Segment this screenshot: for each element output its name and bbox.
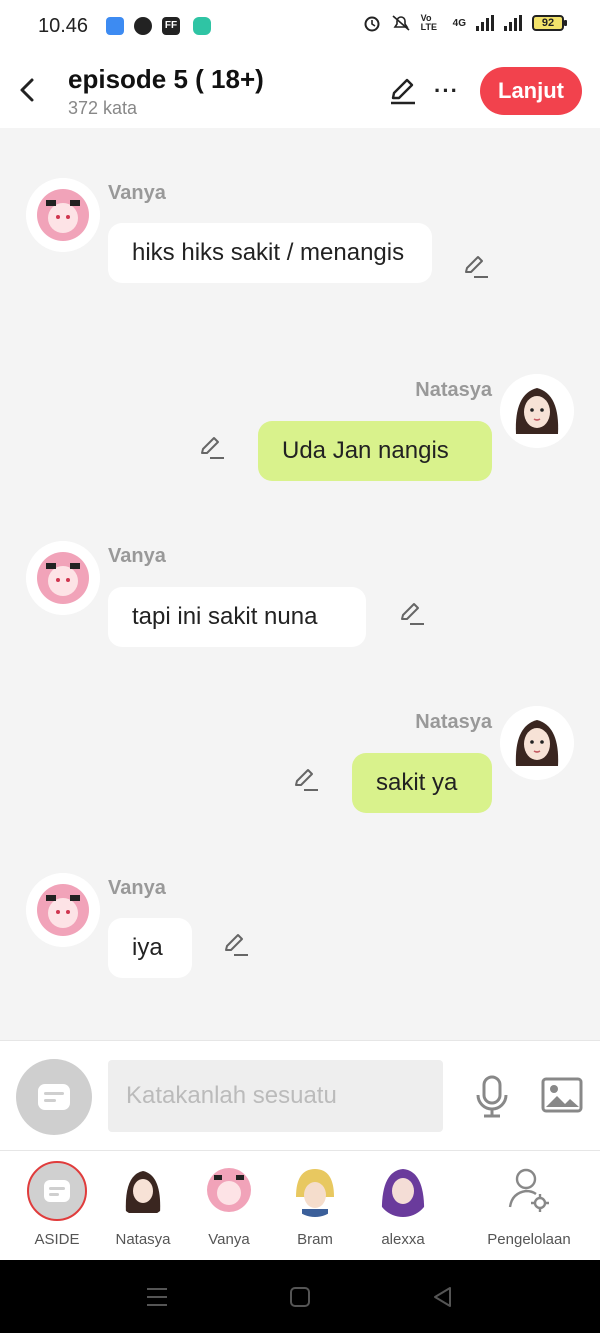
- character-avatar: [288, 1163, 342, 1217]
- aside-chat-icon: [38, 1084, 70, 1110]
- edit-message-icon[interactable]: [398, 599, 426, 627]
- message-bubble[interactable]: hiks hiks sakit / menangis: [108, 223, 432, 283]
- character-bar: ASIDE Natasya Vanya Bram alexxa Pengelol…: [0, 1150, 600, 1260]
- ff-app-icon: FF: [162, 17, 180, 35]
- character-label: Natasya: [115, 1231, 171, 1248]
- back-button[interactable]: [14, 72, 42, 108]
- volte-badge: Vo LTE: [420, 13, 437, 32]
- character-label: Pengelolaan: [487, 1231, 571, 1248]
- character-avatar: [116, 1163, 170, 1217]
- message-bubble[interactable]: tapi ini sakit nuna: [108, 587, 366, 647]
- chat-app-icon: [193, 17, 211, 35]
- character-vanya[interactable]: Vanya: [186, 1163, 272, 1248]
- character-label: alexxa: [381, 1231, 425, 1248]
- edit-message-icon[interactable]: [198, 433, 226, 461]
- status-indicators: Vo LTE 4G 92: [363, 13, 567, 32]
- status-time: 10.46: [38, 15, 89, 37]
- more-options-icon[interactable]: ···: [434, 78, 459, 104]
- avatar-vanya[interactable]: [26, 873, 100, 947]
- person-settings-icon: [502, 1163, 556, 1217]
- image-icon[interactable]: [540, 1075, 584, 1115]
- aside-toggle-button[interactable]: [16, 1059, 92, 1135]
- avatar-vanya[interactable]: [26, 541, 100, 615]
- app-notification-icon: [106, 17, 124, 35]
- avatar-natasya[interactable]: [500, 706, 574, 780]
- sender-name: Natasya: [415, 379, 492, 401]
- message-bubble[interactable]: sakit ya: [352, 753, 492, 813]
- message-bubble[interactable]: Uda Jan nangis: [258, 421, 492, 481]
- battery-icon: 92: [532, 15, 567, 31]
- character-natasya[interactable]: Natasya: [100, 1163, 186, 1248]
- app-header: episode 5 ( 18+) 372 kata ··· Lanjut: [0, 54, 600, 128]
- aside-icon: [27, 1161, 87, 1221]
- alarm-icon: [364, 16, 380, 32]
- chrome-icon: [134, 17, 152, 35]
- character-bram[interactable]: Bram: [272, 1163, 358, 1248]
- microphone-icon[interactable]: [472, 1073, 512, 1119]
- avatar-vanya[interactable]: [26, 178, 100, 252]
- composer-bar: [0, 1040, 600, 1150]
- system-nav-bar: [0, 1260, 600, 1333]
- edit-message-icon[interactable]: [222, 930, 250, 958]
- character-alexxa[interactable]: alexxa: [360, 1163, 446, 1248]
- sender-name: Natasya: [415, 711, 492, 733]
- menu-icon[interactable]: [144, 1284, 170, 1310]
- back-nav-icon[interactable]: [430, 1284, 456, 1310]
- status-bar: 10.46 FF Vo LTE 4G 92: [0, 0, 600, 54]
- word-count: 372 kata: [68, 98, 138, 118]
- character-management[interactable]: Pengelolaan: [478, 1163, 580, 1248]
- sender-name: Vanya: [108, 182, 166, 204]
- character-label: Vanya: [208, 1231, 250, 1248]
- home-icon[interactable]: [287, 1284, 313, 1310]
- episode-title: episode 5 ( 18+): [68, 64, 264, 94]
- signal-icon-2: [504, 15, 522, 31]
- signal-icon: [476, 15, 494, 31]
- avatar-natasya[interactable]: [500, 374, 574, 448]
- character-aside[interactable]: ASIDE: [14, 1161, 100, 1248]
- next-button[interactable]: Lanjut: [480, 67, 582, 115]
- character-avatar: [202, 1163, 256, 1217]
- character-avatar: [376, 1163, 430, 1217]
- mute-icon: [392, 15, 410, 31]
- character-label: ASIDE: [34, 1231, 80, 1248]
- chat-area: Vanya hiks hiks sakit / menangis Natasya…: [0, 128, 600, 1040]
- sender-name: Vanya: [108, 545, 166, 567]
- message-input[interactable]: [108, 1060, 443, 1132]
- edit-message-icon[interactable]: [292, 765, 320, 793]
- sender-name: Vanya: [108, 877, 166, 899]
- edit-icon[interactable]: [388, 76, 418, 106]
- network-type: 4G: [452, 17, 466, 29]
- message-bubble[interactable]: iya: [108, 918, 192, 978]
- character-label: Bram: [297, 1231, 333, 1248]
- edit-message-icon[interactable]: [462, 252, 490, 280]
